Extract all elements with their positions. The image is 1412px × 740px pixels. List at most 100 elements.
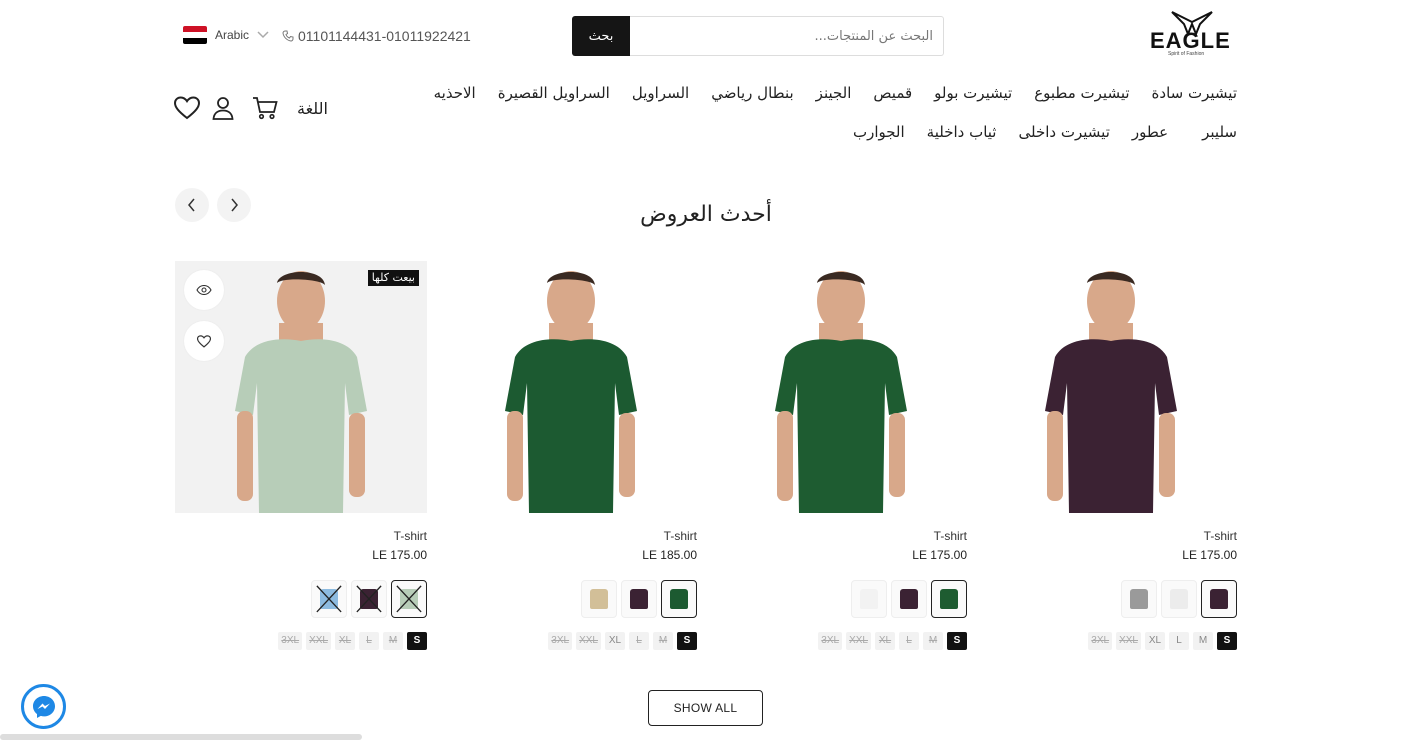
nav-item-jeans[interactable]: الجينز [816, 80, 852, 119]
size-option[interactable]: L [1169, 632, 1189, 650]
color-swatch[interactable] [1201, 580, 1237, 618]
color-swatch[interactable] [311, 580, 347, 618]
swatch-thumbnail [1170, 589, 1188, 609]
horizontal-scrollbar[interactable] [0, 734, 362, 740]
product-card[interactable]: T-shirt LE 185.00 S M L XL XXL 3XL [445, 261, 697, 650]
size-option[interactable]: XL [875, 632, 895, 650]
product-image[interactable] [715, 261, 967, 513]
messenger-chat-button[interactable] [21, 684, 66, 729]
language-selector[interactable]: Arabic [183, 26, 269, 44]
phone-contact[interactable]: 01101144431-01011922421 [282, 28, 471, 44]
search-bar: بحث [572, 16, 944, 56]
color-swatch[interactable] [351, 580, 387, 618]
user-icon [212, 97, 234, 120]
chevron-down-icon [257, 31, 269, 39]
product-image[interactable] [445, 261, 697, 513]
product-photo [445, 261, 697, 513]
product-name[interactable]: T-shirt [175, 529, 427, 543]
size-option[interactable]: XXL [576, 632, 601, 650]
size-option[interactable]: XL [335, 632, 355, 650]
site-logo[interactable]: EAGLE Spirit of Fashion [1150, 10, 1238, 58]
product-name[interactable]: T-shirt [985, 529, 1237, 543]
cart-button[interactable] [251, 94, 279, 122]
nav-item-plain-tshirt[interactable]: تيشيرت سادة [1152, 80, 1237, 119]
color-swatch[interactable] [581, 580, 617, 618]
product-price: LE 175.00 [372, 548, 427, 562]
size-option[interactable]: 3XL [818, 632, 843, 650]
logo-tagline: Spirit of Fashion [1168, 51, 1205, 57]
color-swatches [715, 580, 967, 618]
product-name[interactable]: T-shirt [715, 529, 967, 543]
color-swatch[interactable] [851, 580, 887, 618]
nav-item-shirt[interactable]: قميص [873, 80, 912, 119]
size-option[interactable]: M [383, 632, 403, 650]
nav-item-underwear[interactable]: ثياب داخلية [927, 119, 997, 158]
product-photo [715, 261, 967, 513]
color-swatch[interactable] [931, 580, 967, 618]
product-image[interactable] [985, 261, 1237, 513]
product-image[interactable]: بيعت كلها [175, 261, 427, 513]
nav-item-undershirt[interactable]: تيشيرت داخلى [1019, 119, 1110, 158]
search-button[interactable]: بحث [572, 16, 630, 56]
product-photo [985, 261, 1237, 513]
search-input[interactable] [630, 16, 944, 56]
heart-icon [197, 334, 211, 348]
size-option[interactable]: L [899, 632, 919, 650]
size-option[interactable]: XXL [306, 632, 331, 650]
add-to-wishlist-button[interactable] [184, 321, 224, 361]
size-option[interactable]: L [359, 632, 379, 650]
size-option[interactable]: XXL [1116, 632, 1141, 650]
nav-item-polo[interactable]: تيشيرت بولو [934, 80, 1012, 119]
nav-item-sweatpants[interactable]: بنطال رياضي [711, 80, 793, 119]
product-price: LE 175.00 [912, 548, 967, 562]
wishlist-button[interactable] [173, 94, 201, 122]
size-option[interactable]: 3XL [548, 632, 573, 650]
product-price: LE 175.00 [1182, 548, 1237, 562]
unavailable-cross-icon [396, 585, 422, 613]
nav-item-perfume[interactable]: عطور [1132, 119, 1168, 158]
product-name[interactable]: T-shirt [445, 529, 697, 543]
size-option[interactable]: S [947, 632, 967, 650]
messenger-icon [32, 695, 55, 718]
size-option[interactable]: S [677, 632, 697, 650]
color-swatch[interactable] [891, 580, 927, 618]
size-option[interactable]: 3XL [278, 632, 303, 650]
size-option[interactable]: M [923, 632, 943, 650]
color-swatch[interactable] [1121, 580, 1157, 618]
language-value: Arabic [215, 28, 250, 42]
size-option[interactable]: XL [605, 632, 625, 650]
color-swatch[interactable] [621, 580, 657, 618]
size-option[interactable]: XXL [846, 632, 871, 650]
show-all-button[interactable]: SHOW ALL [648, 690, 763, 726]
color-swatch[interactable] [661, 580, 697, 618]
nav-item-slippers[interactable]: سليبر [1202, 119, 1237, 158]
size-option[interactable]: S [407, 632, 427, 650]
size-options: S M L XL XXL 3XL [175, 632, 427, 650]
swatch-thumbnail [1130, 589, 1148, 609]
nav-item-shorts[interactable]: السراويل القصيرة [498, 80, 610, 119]
nav-item-printed-tshirt[interactable]: تيشيرت مطبوع [1034, 80, 1129, 119]
product-card[interactable]: T-shirt LE 175.00 S M L XL XXL 3XL [985, 261, 1237, 650]
nav-item-shoes[interactable]: الاحذيه [434, 80, 476, 119]
product-card[interactable]: T-shirt LE 175.00 S M L XL XXL 3XL [715, 261, 967, 650]
heart-icon [174, 96, 200, 120]
cart-icon [253, 97, 278, 120]
color-swatch[interactable] [391, 580, 427, 618]
size-option[interactable]: XL [1145, 632, 1165, 650]
quick-view-button[interactable] [184, 270, 224, 310]
nav-item-socks[interactable]: الجوارب [853, 119, 905, 158]
section-title: أحدث العروض [640, 202, 772, 227]
size-option[interactable]: L [629, 632, 649, 650]
account-button[interactable] [209, 94, 237, 122]
color-swatches [175, 580, 427, 618]
color-swatch[interactable] [1161, 580, 1197, 618]
eye-icon [196, 285, 212, 295]
language-label[interactable]: اللغة [297, 99, 328, 118]
size-option[interactable]: M [653, 632, 673, 650]
size-option[interactable]: M [1193, 632, 1213, 650]
phone-number: 01101144431-01011922421 [298, 28, 471, 44]
size-option[interactable]: 3XL [1088, 632, 1113, 650]
product-card[interactable]: بيعت كلها T-shirt LE 175.00 S M L XL XXL 3XL [175, 261, 427, 650]
nav-item-trousers[interactable]: السراويل [632, 80, 689, 119]
size-option[interactable]: S [1217, 632, 1237, 650]
